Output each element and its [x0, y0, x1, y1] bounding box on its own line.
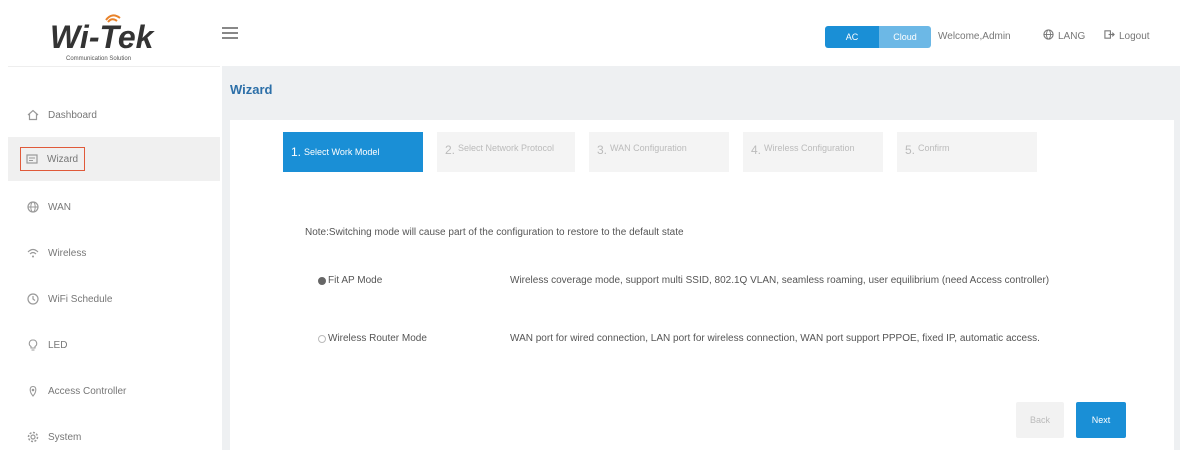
sidebar-item-system[interactable]: System: [8, 415, 220, 450]
gear-icon: [26, 430, 40, 444]
step-confirm[interactable]: 5. Confirm: [897, 132, 1037, 172]
sidebar-item-wan[interactable]: WAN: [8, 185, 220, 229]
step-wan-configuration[interactable]: 3. WAN Configuration: [589, 132, 729, 172]
mode-ac-button[interactable]: AC: [825, 26, 879, 48]
sidebar-item-label: Dashboard: [48, 109, 97, 121]
sidebar-item-label: WiFi Schedule: [48, 293, 113, 305]
fit-ap-mode-description: Wireless coverage mode, support multi SS…: [510, 275, 1050, 286]
location-icon: [26, 384, 40, 398]
wireless-router-mode-radio[interactable]: Wireless Router Mode: [318, 333, 427, 344]
sidebar: Dashboard Wizard WAN Wireless WiFi Sched…: [8, 66, 220, 450]
logout-button[interactable]: Logout: [1104, 29, 1150, 43]
back-button[interactable]: Back: [1016, 402, 1064, 438]
radio-checked-icon: [318, 276, 326, 285]
logout-icon: [1104, 29, 1115, 43]
lang-label: LANG: [1058, 30, 1086, 42]
switch-mode-note: Note:Switching mode will cause part of t…: [305, 227, 684, 238]
top-header: Wi-Tek Communication Solution AC Cloud W…: [0, 0, 1180, 66]
wi-tek-logo[interactable]: Wi-Tek Communication Solution: [48, 8, 168, 62]
step-wireless-configuration[interactable]: 4. Wireless Configuration: [743, 132, 883, 172]
logo-text: Wi-Tek: [50, 19, 156, 55]
sidebar-item-label: Wizard: [47, 153, 79, 165]
logo-tagline: Communication Solution: [66, 56, 131, 62]
wizard-highlight-box: Wizard: [20, 147, 86, 171]
sidebar-item-wizard[interactable]: Wizard: [8, 137, 220, 181]
sidebar-item-wifi-schedule[interactable]: WiFi Schedule: [8, 277, 220, 321]
mode-switch: AC Cloud: [825, 26, 931, 48]
wizard-icon: [25, 152, 39, 166]
logout-label: Logout: [1119, 30, 1150, 42]
menu-toggle-icon[interactable]: [222, 27, 238, 39]
sidebar-item-wireless[interactable]: Wireless: [8, 231, 220, 275]
sidebar-item-label: LED: [48, 339, 68, 351]
fit-ap-mode-radio[interactable]: Fit AP Mode: [318, 275, 382, 286]
option-label: Wireless Router Mode: [328, 333, 427, 344]
sidebar-item-access-controller[interactable]: Access Controller: [8, 369, 220, 413]
sidebar-item-label: WAN: [48, 201, 71, 213]
next-button[interactable]: Next: [1076, 402, 1126, 438]
option-label: Fit AP Mode: [328, 275, 383, 286]
sidebar-item-label: Access Controller: [48, 385, 127, 397]
wifi-icon: [26, 246, 40, 260]
wizard-steps: 1. Select Work Model 2. Select Network P…: [283, 132, 1037, 172]
globe-icon: [26, 200, 40, 214]
globe-icon: [1043, 29, 1054, 43]
home-icon: [26, 108, 40, 122]
page-title: Wizard: [230, 82, 273, 97]
sidebar-item-dashboard[interactable]: Dashboard: [8, 93, 220, 137]
sidebar-item-led[interactable]: LED: [8, 323, 220, 367]
radio-unchecked-icon: [318, 334, 326, 343]
bulb-icon: [26, 338, 40, 352]
sidebar-item-label: System: [48, 431, 82, 443]
lang-button[interactable]: LANG: [1043, 29, 1085, 43]
sidebar-item-label: Wireless: [48, 247, 87, 259]
welcome-text: Welcome,Admin: [938, 31, 1011, 42]
mode-cloud-button[interactable]: Cloud: [879, 26, 931, 48]
wireless-router-mode-description: WAN port for wired connection, LAN port …: [510, 333, 1040, 344]
step-select-network-protocol[interactable]: 2. Select Network Protocol: [437, 132, 575, 172]
step-select-work-model[interactable]: 1. Select Work Model: [283, 132, 423, 172]
clock-icon: [26, 292, 40, 306]
